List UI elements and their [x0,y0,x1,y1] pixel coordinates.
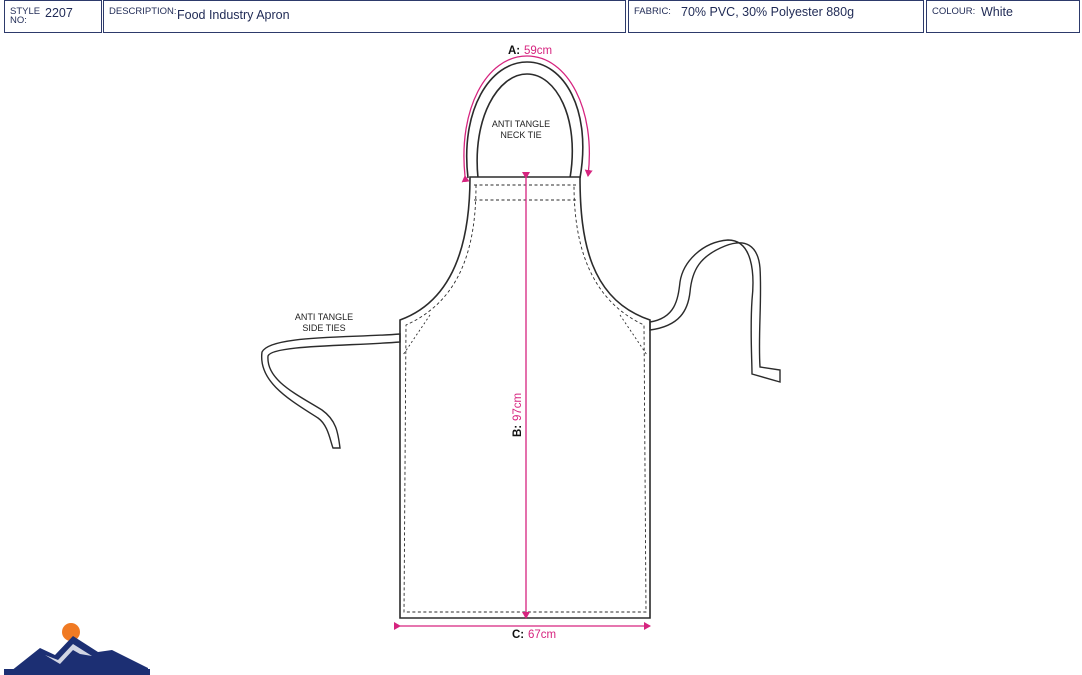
measure-a-letter: A: [508,45,520,57]
measure-c-value: 67cm [528,629,556,641]
neck-tie-label-line1: ANTI TANGLE [492,119,550,129]
measure-a-value: 59cm [524,45,552,57]
measure-b-letter: B: [512,425,524,437]
measurement-c: C: 67cm [394,622,651,641]
neck-tie-label-line2: NECK TIE [500,130,541,140]
side-ties-label-line2: SIDE TIES [302,323,345,333]
mountain-sun-logo [4,623,150,675]
neck-tie-callout: ANTI TANGLE NECK TIE [492,119,550,140]
measurement-a: A: 59cm [461,45,593,183]
apron-technical-drawing: A: 59cm B: 97cm C: 67cm ANTI TANGLE NECK… [4,45,781,675]
side-tie-left [261,333,401,449]
side-ties-label-line1: ANTI TANGLE [295,312,353,322]
measure-c-letter: C: [512,629,524,641]
side-tie-right [649,239,781,383]
apron-body [399,176,651,619]
side-ties-callout: ANTI TANGLE SIDE TIES [295,312,353,333]
apron-outline [261,61,781,619]
measure-b-value: 97cm [512,393,524,421]
